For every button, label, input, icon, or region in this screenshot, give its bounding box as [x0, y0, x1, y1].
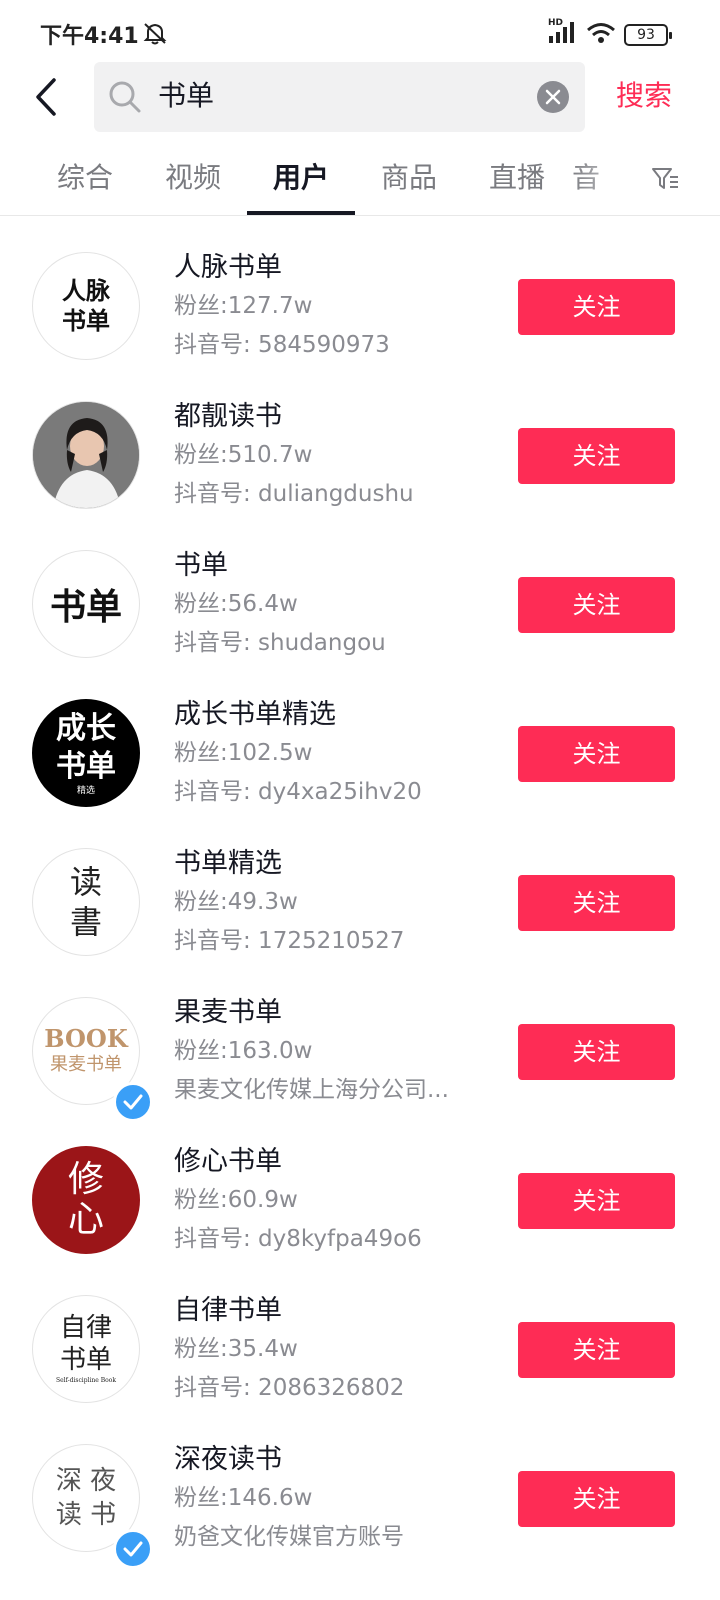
avatar-text: BOOK [44, 1024, 128, 1053]
avatar-text: 读 书 [55, 1500, 117, 1530]
avatar-text: 书单 [62, 306, 110, 335]
avatar-text: 果麦书单 [50, 1054, 122, 1075]
user-id: 抖音号: 1725210527 [174, 928, 405, 954]
avatar[interactable]: 书单 [32, 550, 140, 658]
avatar-text: 人脉 [62, 276, 110, 305]
tab-bar: 综合 视频 用户 商品 直播 音 [0, 140, 720, 216]
tab-general[interactable]: 综合 [31, 160, 139, 196]
user-description: 奶爸文化传媒官方账号 [174, 1524, 404, 1550]
search-input[interactable]: 书单 [94, 62, 585, 132]
user-name: 修心书单 [174, 1146, 282, 1177]
tab-products[interactable]: 商品 [355, 160, 463, 196]
tab-underline [247, 211, 355, 215]
list-item[interactable]: 自律 书单 Self-discipline Book 自律书单 粉丝:35.4w… [0, 1275, 720, 1424]
user-id: 抖音号: 2086326802 [174, 1375, 405, 1401]
search-icon [108, 80, 142, 114]
user-name: 都靓读书 [174, 401, 282, 432]
portrait-image [33, 402, 139, 508]
follow-button[interactable]: 关注 [518, 279, 675, 335]
follow-button[interactable]: 关注 [518, 726, 675, 782]
status-bar: 下午4:41 HD 93 [0, 0, 720, 70]
mute-icon [142, 20, 168, 46]
avatar[interactable]: 自律 书单 Self-discipline Book [32, 1295, 140, 1403]
verified-icon [113, 1529, 153, 1569]
avatar-text: 書 [69, 903, 102, 941]
list-item[interactable]: 人脉 书单 人脉书单 粉丝:127.7w 抖音号: 584590973 关注 [0, 232, 720, 381]
user-fans: 粉丝:127.7w [174, 293, 313, 319]
battery-icon: 93 [624, 24, 672, 46]
verified-icon [113, 1082, 153, 1122]
avatar-text: 读 [69, 863, 102, 901]
avatar-text: 书单 [49, 586, 122, 628]
user-fans: 粉丝:102.5w [174, 740, 313, 766]
signal-icon [548, 22, 576, 48]
list-item[interactable]: BOOK 果麦书单 果麦书单 粉丝:163.0w 果麦文化传媒上海分公司... … [0, 977, 720, 1126]
clear-icon[interactable] [537, 81, 569, 113]
list-item[interactable]: 修 心 修心书单 粉丝:60.9w 抖音号: dy8kyfpa49o6 关注 [0, 1126, 720, 1275]
user-fans: 粉丝:49.3w [174, 889, 298, 915]
filter-icon[interactable] [650, 164, 680, 194]
follow-button[interactable]: 关注 [518, 1471, 675, 1527]
search-query: 书单 [158, 79, 215, 112]
tab-users[interactable]: 用户 [247, 160, 355, 196]
follow-button[interactable]: 关注 [518, 428, 675, 484]
user-fans: 粉丝:510.7w [174, 442, 313, 468]
user-fans: 粉丝:35.4w [174, 1336, 298, 1362]
user-name: 自律书单 [174, 1295, 282, 1326]
list-item[interactable]: 深 夜 读 书 深夜读书 粉丝:146.6w 奶爸文化传媒官方账号 关注 [0, 1424, 720, 1573]
user-id: 抖音号: dy4xa25ihv20 [174, 779, 422, 805]
wifi-icon [586, 22, 616, 48]
user-fans: 粉丝:146.6w [174, 1485, 313, 1511]
avatar[interactable] [32, 401, 140, 509]
avatar[interactable]: 人脉 书单 [32, 252, 140, 360]
follow-button[interactable]: 关注 [518, 577, 675, 633]
user-fans: 粉丝:163.0w [174, 1038, 313, 1064]
avatar-subtext: 精选 [76, 786, 95, 796]
list-item[interactable]: 成长 书单 精选 成长书单精选 粉丝:102.5w 抖音号: dy4xa25ih… [0, 679, 720, 828]
list-item[interactable]: 都靓读书 粉丝:510.7w 抖音号: duliangdushu 关注 [0, 381, 720, 530]
user-fans: 粉丝:56.4w [174, 591, 298, 617]
user-name: 人脉书单 [174, 252, 282, 283]
tab-video[interactable]: 视频 [139, 160, 247, 196]
user-name: 书单 [174, 550, 228, 581]
user-name: 成长书单精选 [174, 699, 336, 730]
follow-button[interactable]: 关注 [518, 1173, 675, 1229]
user-name: 深夜读书 [174, 1444, 282, 1475]
status-time: 下午4:41 [40, 24, 139, 49]
avatar-text: 成长 [56, 711, 116, 746]
avatar-text: 自律 [59, 1313, 112, 1343]
avatar[interactable]: 修 心 [32, 1146, 140, 1254]
avatar-text: 深 夜 [55, 1466, 117, 1496]
avatar-text: 书单 [59, 1345, 112, 1375]
user-fans: 粉丝:60.9w [174, 1187, 298, 1213]
avatar-text: 心 [67, 1199, 104, 1240]
tab-live[interactable]: 直播 [463, 160, 571, 196]
avatar-subtext: Self-discipline Book [55, 1377, 116, 1384]
avatar-text: 修 [67, 1159, 104, 1200]
user-id: 抖音号: dy8kyfpa49o6 [174, 1226, 422, 1252]
follow-button[interactable]: 关注 [518, 875, 675, 931]
user-name: 果麦书单 [174, 997, 282, 1028]
list-item[interactable]: 读 書 书单精选 粉丝:49.3w 抖音号: 1725210527 关注 [0, 828, 720, 977]
list-item[interactable]: 书单 书单 粉丝:56.4w 抖音号: shudangou 关注 [0, 530, 720, 679]
avatar[interactable]: 成长 书单 精选 [32, 699, 140, 807]
user-id: 抖音号: duliangdushu [174, 481, 414, 507]
avatar[interactable]: 读 書 [32, 848, 140, 956]
back-button[interactable] [30, 76, 70, 120]
user-name: 书单精选 [174, 848, 282, 879]
follow-button[interactable]: 关注 [518, 1322, 675, 1378]
user-description: 果麦文化传媒上海分公司... [174, 1077, 449, 1103]
user-id: 抖音号: 584590973 [174, 332, 390, 358]
search-button[interactable]: 搜索 [616, 78, 672, 114]
follow-button[interactable]: 关注 [518, 1024, 675, 1080]
avatar-text: 书单 [56, 749, 116, 784]
user-id: 抖音号: shudangou [174, 630, 386, 656]
